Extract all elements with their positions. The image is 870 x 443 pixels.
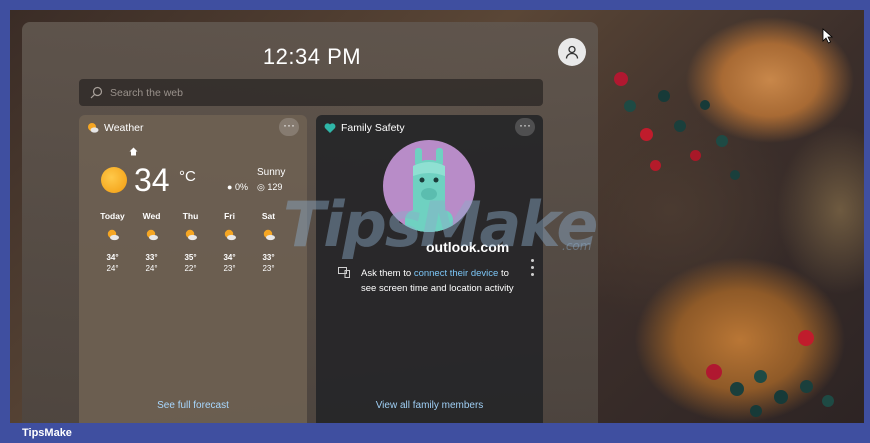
footer-label: TipsMake bbox=[22, 427, 72, 439]
family-card-title: Family Safety bbox=[341, 122, 405, 134]
berry-decoration bbox=[700, 100, 710, 110]
precipitation: ● 0% bbox=[227, 182, 248, 192]
partly-sunny-icon bbox=[132, 227, 171, 243]
family-card-header: Family Safety bbox=[324, 122, 405, 134]
partly-sunny-icon bbox=[210, 227, 249, 243]
berry-decoration bbox=[798, 330, 814, 346]
search-input[interactable]: Search the web bbox=[110, 87, 183, 99]
forecast-high: 35° bbox=[184, 253, 197, 262]
berry-decoration bbox=[690, 150, 701, 161]
forecast-day-name: Fri bbox=[224, 211, 235, 221]
berry-decoration bbox=[774, 390, 788, 404]
berry-decoration bbox=[640, 128, 653, 141]
berry-decoration bbox=[624, 100, 636, 112]
berry-decoration bbox=[750, 405, 762, 417]
berry-decoration bbox=[716, 135, 728, 147]
forecast-high: 33° bbox=[145, 253, 158, 262]
search-icon bbox=[90, 86, 104, 100]
precipitation-value: 0% bbox=[234, 182, 248, 192]
berry-decoration bbox=[650, 160, 661, 171]
family-message: Ask them to connect their device to see … bbox=[361, 266, 521, 296]
device-icon bbox=[338, 267, 350, 278]
view-all-family-members-link[interactable]: View all family members bbox=[316, 400, 543, 411]
weather-card-header: Weather bbox=[87, 122, 144, 134]
family-message-text: Ask them to bbox=[361, 268, 414, 279]
berry-decoration bbox=[706, 364, 722, 380]
forecast-low: 23° bbox=[262, 264, 275, 273]
air-quality-icon: ◎ bbox=[257, 182, 265, 192]
forecast-low: 24° bbox=[106, 264, 119, 273]
droplet-icon: ● bbox=[227, 182, 233, 192]
family-safety-card[interactable]: Family Safety ··· outlook.com Ask them t… bbox=[316, 115, 543, 423]
footer-bar: TipsMake bbox=[0, 423, 870, 443]
partly-sunny-icon bbox=[171, 227, 210, 243]
weather-card[interactable]: Weather ··· 34 °C Sunny ● 0% ◎ 129 Today… bbox=[79, 115, 307, 423]
forecast-high: 34° bbox=[223, 253, 236, 262]
search-box[interactable]: Search the web bbox=[79, 79, 543, 106]
forecast-low: 22° bbox=[184, 264, 197, 273]
forecast-low: 24° bbox=[145, 264, 158, 273]
forecast-day[interactable]: Today 34° 24° bbox=[93, 211, 132, 273]
watermark-domain: .com bbox=[562, 239, 592, 253]
watermark-logo: TipsMake bbox=[283, 188, 598, 261]
weather-condition: Sunny bbox=[257, 167, 286, 178]
frame-top-border bbox=[0, 0, 870, 10]
family-more-button[interactable]: ··· bbox=[515, 118, 535, 136]
person-icon bbox=[565, 45, 579, 59]
weather-more-button[interactable]: ··· bbox=[279, 118, 299, 136]
weather-card-title: Weather bbox=[104, 122, 144, 134]
forecast-row: Today 34° 24° Wed 33° 24° Thu 35° 22° Fr… bbox=[93, 211, 288, 273]
see-full-forecast-link[interactable]: See full forecast bbox=[79, 400, 307, 411]
home-icon bbox=[129, 147, 138, 159]
berry-decoration bbox=[674, 120, 686, 132]
forecast-day-name: Wed bbox=[142, 211, 161, 221]
forecast-day-name: Today bbox=[100, 211, 125, 221]
forecast-day[interactable]: Wed 33° 24° bbox=[132, 211, 171, 273]
member-options-icon[interactable] bbox=[531, 259, 535, 280]
partly-sunny-icon bbox=[88, 123, 99, 133]
berry-decoration bbox=[730, 170, 740, 180]
profile-avatar-button[interactable] bbox=[558, 38, 586, 66]
mouse-cursor-icon bbox=[822, 28, 834, 44]
air-quality-value: 129 bbox=[267, 182, 283, 192]
partly-sunny-icon bbox=[93, 227, 132, 243]
air-quality: ◎ 129 bbox=[257, 182, 282, 193]
berry-decoration bbox=[822, 395, 834, 407]
berry-decoration bbox=[754, 370, 767, 383]
berry-decoration bbox=[730, 382, 744, 396]
current-temperature: 34 bbox=[134, 162, 170, 198]
temperature-unit[interactable]: °C bbox=[179, 168, 196, 185]
forecast-low: 23° bbox=[223, 264, 236, 273]
forecast-day[interactable]: Fri 34° 23° bbox=[210, 211, 249, 273]
berry-decoration bbox=[658, 90, 670, 102]
frame-right-border bbox=[864, 0, 870, 443]
heart-icon bbox=[324, 123, 336, 133]
forecast-day-name: Thu bbox=[182, 211, 199, 221]
berry-decoration bbox=[800, 380, 813, 393]
connect-device-link[interactable]: connect their device bbox=[414, 268, 499, 279]
forecast-day[interactable]: Thu 35° 22° bbox=[171, 211, 210, 273]
sunny-icon bbox=[101, 167, 127, 193]
berry-decoration bbox=[614, 72, 628, 86]
forecast-high: 34° bbox=[106, 253, 119, 262]
clock-time: 12:34 PM bbox=[262, 44, 362, 69]
